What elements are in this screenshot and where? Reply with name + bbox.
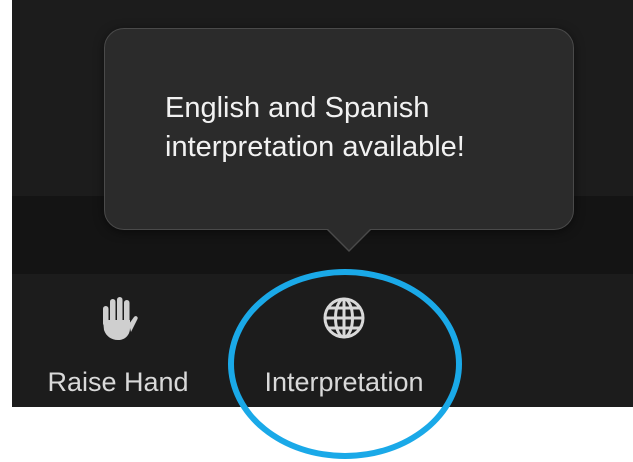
tooltip-arrow [327,228,371,250]
tooltip-message: English and Spanish interpretation avail… [165,89,555,167]
interpretation-tooltip: English and Spanish interpretation avail… [104,28,574,230]
hand-icon [103,297,138,340]
tooltip-line-1: English and Spanish [165,92,430,124]
raise-hand-button[interactable]: Raise Hand [40,290,196,405]
raise-hand-label: Raise Hand [47,367,189,397]
highlight-circle-annotation [228,269,462,459]
tooltip-line-2: interpretation available! [165,131,465,163]
